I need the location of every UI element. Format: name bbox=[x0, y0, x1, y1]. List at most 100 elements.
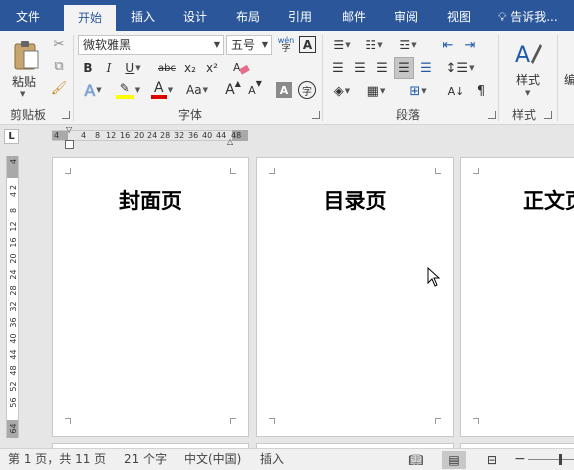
clipboard-group-label: 剪贴板 bbox=[10, 108, 47, 122]
tab-layout[interactable]: 布局 bbox=[226, 0, 270, 31]
page-title[interactable]: 正文页 bbox=[523, 185, 574, 215]
book-icon: 📖︎ bbox=[408, 453, 424, 467]
decrease-indent-button[interactable]: ⇤ bbox=[438, 35, 458, 55]
outdent-icon: ⇤ bbox=[442, 37, 454, 53]
char-shading-button[interactable]: A bbox=[276, 82, 292, 98]
show-marks-button[interactable]: ¶ bbox=[472, 81, 490, 101]
web-layout-button[interactable]: ⊟ bbox=[480, 451, 504, 469]
align-left-button[interactable]: ☰ bbox=[328, 58, 348, 78]
crop-mark bbox=[230, 168, 236, 174]
left-indent-marker[interactable] bbox=[65, 140, 74, 149]
enclose-characters-button[interactable]: 字 bbox=[298, 81, 316, 99]
vertical-ruler[interactable]: 4 2 4 8 12 16 20 24 28 32 36 40 44 48 52… bbox=[6, 156, 19, 438]
numbering-dropdown-icon[interactable]: ▼ bbox=[377, 41, 382, 49]
bullets-dropdown-icon[interactable]: ▼ bbox=[345, 41, 350, 49]
font-color-dropdown-icon[interactable]: ▼ bbox=[168, 86, 173, 94]
increase-indent-button[interactable]: ⇥ bbox=[460, 35, 480, 55]
highlight-dropdown-icon[interactable]: ▼ bbox=[135, 86, 140, 94]
vruler-tick: 48 bbox=[9, 365, 18, 376]
font-size-box[interactable]: 五号 ▼ bbox=[226, 35, 272, 55]
shading-button[interactable]: ◈ ▼ bbox=[328, 81, 356, 101]
vruler-tick: 8 bbox=[9, 207, 18, 214]
word-count-status[interactable]: 21 个字 bbox=[124, 449, 167, 470]
text-effects-button[interactable]: A ▼ bbox=[78, 79, 108, 101]
vruler-tick: 4 bbox=[9, 191, 18, 198]
font-size-dropdown-icon[interactable]: ▼ bbox=[262, 36, 268, 54]
tab-review[interactable]: 审阅 bbox=[384, 0, 428, 31]
underline-dropdown-icon[interactable]: ▼ bbox=[135, 64, 140, 72]
distributed-button[interactable]: ☰ bbox=[416, 58, 436, 78]
italic-button[interactable]: I bbox=[100, 58, 118, 78]
styles-launcher[interactable] bbox=[544, 111, 552, 119]
styles-button[interactable]: A bbox=[510, 35, 546, 71]
font-name-box[interactable]: 微软雅黑 ▼ bbox=[78, 35, 224, 55]
change-case-button[interactable]: Aa ▼ bbox=[180, 79, 214, 101]
highlighter-icon: ✎ bbox=[115, 81, 134, 99]
bullets-button[interactable]: ☰ ▼ bbox=[328, 35, 356, 55]
numbering-button[interactable]: ☷ ▼ bbox=[360, 35, 388, 55]
line-spacing-dropdown-icon[interactable]: ▼ bbox=[469, 64, 474, 72]
chinese-layout-button[interactable]: ⊞ ▼ bbox=[404, 81, 432, 101]
shading-dropdown-icon[interactable]: ▼ bbox=[345, 87, 350, 95]
paragraph-launcher[interactable] bbox=[488, 111, 496, 119]
borders-button[interactable]: ▦ ▼ bbox=[362, 81, 390, 101]
tab-mailings[interactable]: 邮件 bbox=[332, 0, 376, 31]
text-effects-dropdown-icon[interactable]: ▼ bbox=[96, 86, 101, 94]
ruler-tick: 36 bbox=[188, 131, 199, 140]
insert-mode-status[interactable]: 插入 bbox=[260, 449, 284, 470]
styles-dropdown-icon[interactable]: ▼ bbox=[525, 89, 530, 97]
tab-view[interactable]: 视图 bbox=[436, 0, 482, 31]
bold-button[interactable]: B bbox=[78, 58, 98, 78]
tab-references[interactable]: 引用 bbox=[278, 0, 322, 31]
page-toc[interactable]: 目录页 bbox=[256, 157, 454, 437]
sort-button[interactable]: A↓ bbox=[446, 81, 466, 101]
chinese-layout-dropdown-icon[interactable]: ▼ bbox=[421, 87, 426, 95]
read-mode-button[interactable]: 📖︎ bbox=[404, 451, 428, 469]
multilevel-list-button[interactable]: ☲ ▼ bbox=[394, 35, 422, 55]
align-right-button[interactable]: ☰ bbox=[372, 58, 392, 78]
paste-button[interactable] bbox=[6, 35, 46, 75]
line-spacing-button[interactable]: ↕☰ ▼ bbox=[446, 58, 475, 78]
multilevel-dropdown-icon[interactable]: ▼ bbox=[411, 41, 416, 49]
superscript-button[interactable]: x² bbox=[202, 58, 222, 78]
print-layout-button[interactable]: ▤ bbox=[442, 451, 466, 469]
page-title[interactable]: 封面页 bbox=[53, 185, 248, 215]
page-body[interactable]: 正文页 bbox=[460, 157, 574, 437]
change-case-dropdown-icon[interactable]: ▼ bbox=[203, 86, 208, 94]
align-center-button[interactable]: ☰ bbox=[350, 58, 370, 78]
clipboard-launcher[interactable] bbox=[62, 111, 70, 119]
cut-button[interactable]: ✂ bbox=[50, 35, 68, 53]
page-count-status[interactable]: 第 1 页，共 11 页 bbox=[8, 449, 106, 470]
tell-me-box[interactable]: 💡︎ 告诉我... bbox=[498, 0, 558, 31]
tab-selector[interactable]: L bbox=[4, 129, 19, 144]
char-border-button[interactable]: A bbox=[299, 36, 316, 53]
font-color-icon: A bbox=[150, 81, 167, 99]
tab-design[interactable]: 设计 bbox=[172, 0, 218, 31]
justify-button[interactable]: ☰ bbox=[394, 57, 414, 79]
tab-file[interactable]: 文件 bbox=[0, 0, 56, 31]
borders-dropdown-icon[interactable]: ▼ bbox=[380, 87, 385, 95]
copy-button[interactable]: ⧉ bbox=[50, 57, 68, 75]
sort-icon: A↓ bbox=[447, 84, 465, 98]
font-launcher[interactable] bbox=[312, 111, 320, 119]
phonetic-guide-button[interactable]: wén 字 bbox=[276, 35, 296, 55]
grow-font-button[interactable]: A ▲ bbox=[224, 79, 242, 101]
highlight-color-button[interactable]: ✎ ▼ bbox=[110, 79, 146, 101]
underline-button[interactable]: U ▼ bbox=[120, 58, 146, 78]
shrink-font-button[interactable]: A ▼ bbox=[246, 79, 264, 101]
paste-dropdown-icon[interactable]: ▼ bbox=[20, 90, 25, 98]
strikethrough-button[interactable]: abc bbox=[155, 58, 179, 78]
zoom-slider-track[interactable] bbox=[528, 459, 574, 460]
tab-insert[interactable]: 插入 bbox=[120, 0, 166, 31]
page-title[interactable]: 目录页 bbox=[257, 185, 453, 215]
language-status[interactable]: 中文(中国) bbox=[184, 449, 241, 470]
clear-formatting-button[interactable]: A bbox=[230, 58, 252, 78]
font-name-dropdown-icon[interactable]: ▼ bbox=[214, 36, 220, 54]
page-cover[interactable]: 封面页 bbox=[52, 157, 249, 437]
format-painter-button[interactable]: 🖌︎ bbox=[50, 79, 68, 97]
font-color-button[interactable]: A ▼ bbox=[146, 79, 178, 101]
zoom-slider-thumb[interactable] bbox=[559, 454, 562, 465]
tab-home[interactable]: 开始 bbox=[64, 5, 116, 31]
zoom-out-button[interactable]: − bbox=[514, 449, 526, 470]
subscript-button[interactable]: x₂ bbox=[180, 58, 200, 78]
